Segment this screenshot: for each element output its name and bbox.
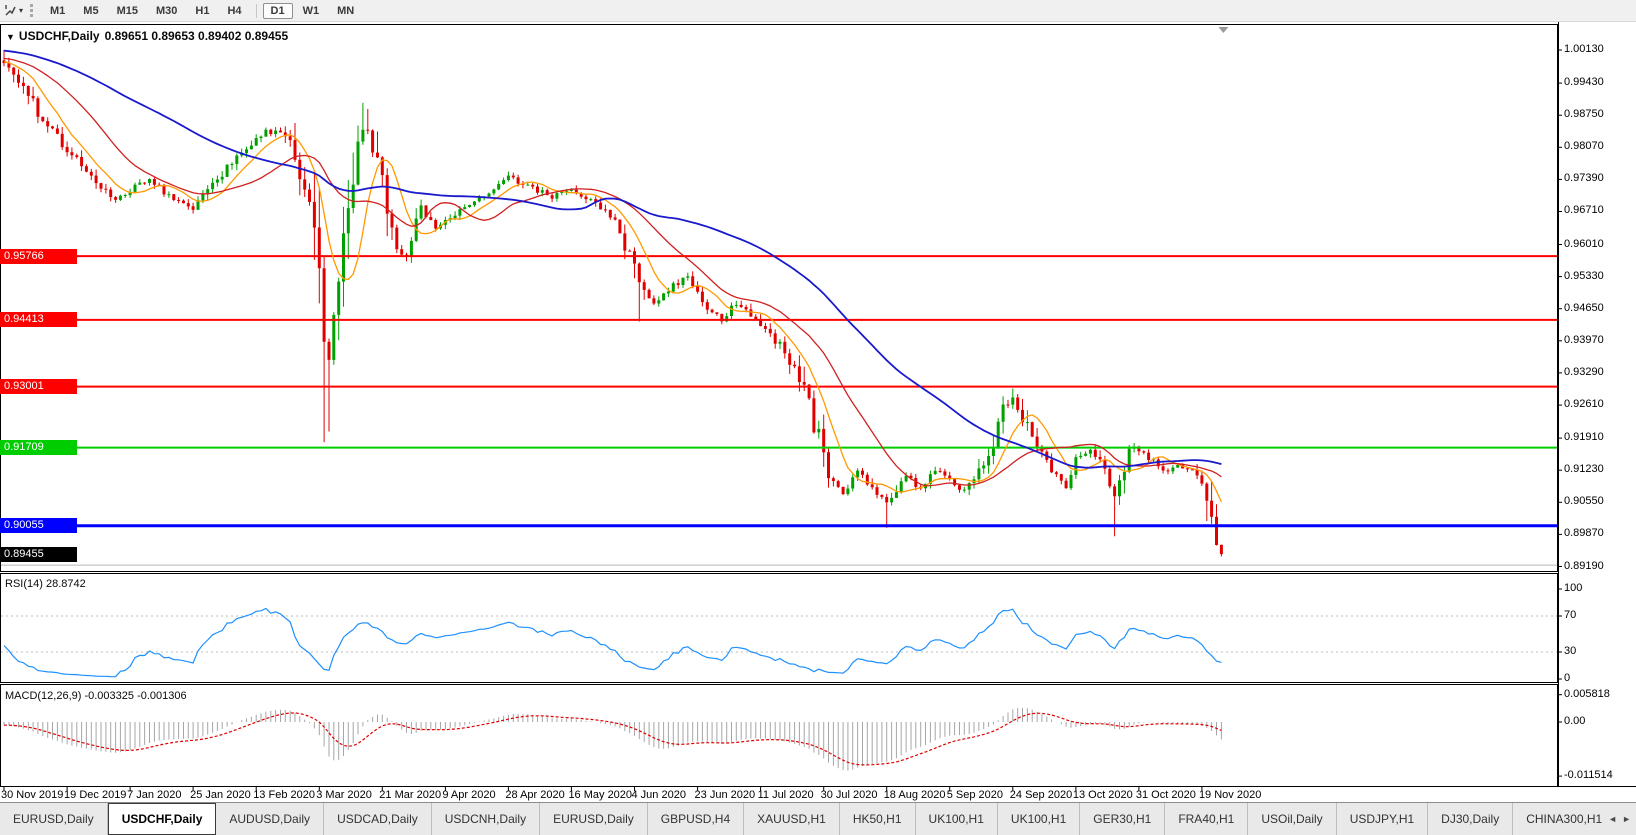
toolbar-grip[interactable]	[30, 4, 33, 17]
timeframe-buttons: M1M5M15M30H1H4 D1W1MN	[41, 0, 363, 21]
dropdown-caret-icon[interactable]: ▾	[19, 6, 23, 15]
chart-ohlc-values: 0.89651 0.89653 0.89402 0.89455	[105, 29, 289, 43]
chart-tab-fra40-h1-12[interactable]: FRA40,H1	[1165, 803, 1248, 835]
timeframe-button-m1[interactable]: M1	[42, 3, 73, 19]
chart-tab-usdjpy-h1-14[interactable]: USDJPY,H1	[1337, 803, 1428, 835]
chart-symbol: USDCHF,Daily	[19, 29, 100, 43]
chart-tab-usdcnh-daily-4[interactable]: USDCNH,Daily	[432, 803, 540, 835]
timeframe-button-mn[interactable]: MN	[329, 3, 362, 19]
chart-title: ▼ USDCHF,Daily 0.89651 0.89653 0.89402 0.8…	[6, 29, 293, 43]
timeframe-button-m15[interactable]: M15	[109, 3, 146, 19]
chart-tools-icon[interactable]	[4, 4, 17, 17]
chart-tab-hk50-h1-8[interactable]: HK50,H1	[840, 803, 916, 835]
tab-scroll-left-icon[interactable]: ◄	[1608, 814, 1617, 824]
chart-tabs: EURUSD,DailyUSDCHF,DailyAUDUSD,DailyUSDC…	[0, 803, 1603, 835]
timeframe-button-w1[interactable]: W1	[295, 3, 328, 19]
chart-tab-china300-h1-16[interactable]: CHINA300,H1	[1513, 803, 1603, 835]
timeframe-button-m30[interactable]: M30	[148, 3, 185, 19]
timeframe-button-h4[interactable]: H4	[219, 3, 249, 19]
chart-tab-usoil-daily-13[interactable]: USOil,Daily	[1248, 803, 1336, 835]
toolbar-separator	[256, 4, 257, 18]
chart-tab-gbpusd-h4-6[interactable]: GBPUSD,H4	[648, 803, 744, 835]
chart-tab-uk100-h1-10[interactable]: UK100,H1	[998, 803, 1080, 835]
chart-tab-bar: EURUSD,DailyUSDCHF,DailyAUDUSD,DailyUSDC…	[0, 802, 1636, 835]
chart-tab-eurusd-daily-0[interactable]: EURUSD,Daily	[0, 803, 108, 835]
chart-tab-audusd-daily-2[interactable]: AUDUSD,Daily	[216, 803, 324, 835]
collapse-arrow-icon[interactable]: ▼	[6, 32, 15, 42]
tab-scroll-right-icon[interactable]: ►	[1622, 814, 1631, 824]
trading-platform-window: 1.001300.994300.987500.980700.973900.967…	[0, 0, 1636, 835]
chart-tab-usdcad-daily-3[interactable]: USDCAD,Daily	[324, 803, 432, 835]
chart-tab-xauusd-h1-7[interactable]: XAUUSD,H1	[744, 803, 840, 835]
toolbar: ▾ M1M5M15M30H1H4 D1W1MN	[0, 0, 1636, 22]
tab-scroll-arrows: ◄ ►	[1603, 803, 1636, 835]
timeframe-button-h1[interactable]: H1	[187, 3, 217, 19]
macd-indicator-label: MACD(12,26,9) -0.003325 -0.001306	[5, 690, 187, 702]
chart-tab-dj30-daily-15[interactable]: DJ30,Daily	[1428, 803, 1513, 835]
chart-tab-ger30-h1-11[interactable]: GER30,H1	[1080, 803, 1165, 835]
timeframe-button-m5[interactable]: M5	[75, 3, 106, 19]
chart-canvas[interactable]	[0, 0, 1636, 835]
rsi-indicator-label: RSI(14) 28.8742	[5, 578, 86, 590]
chart-tab-uk100-h1-9[interactable]: UK100,H1	[916, 803, 998, 835]
chart-tab-eurusd-daily-5[interactable]: EURUSD,Daily	[540, 803, 648, 835]
timeframe-button-d1[interactable]: D1	[263, 3, 293, 19]
chart-tab-usdchf-daily-1[interactable]: USDCHF,Daily	[108, 803, 217, 835]
